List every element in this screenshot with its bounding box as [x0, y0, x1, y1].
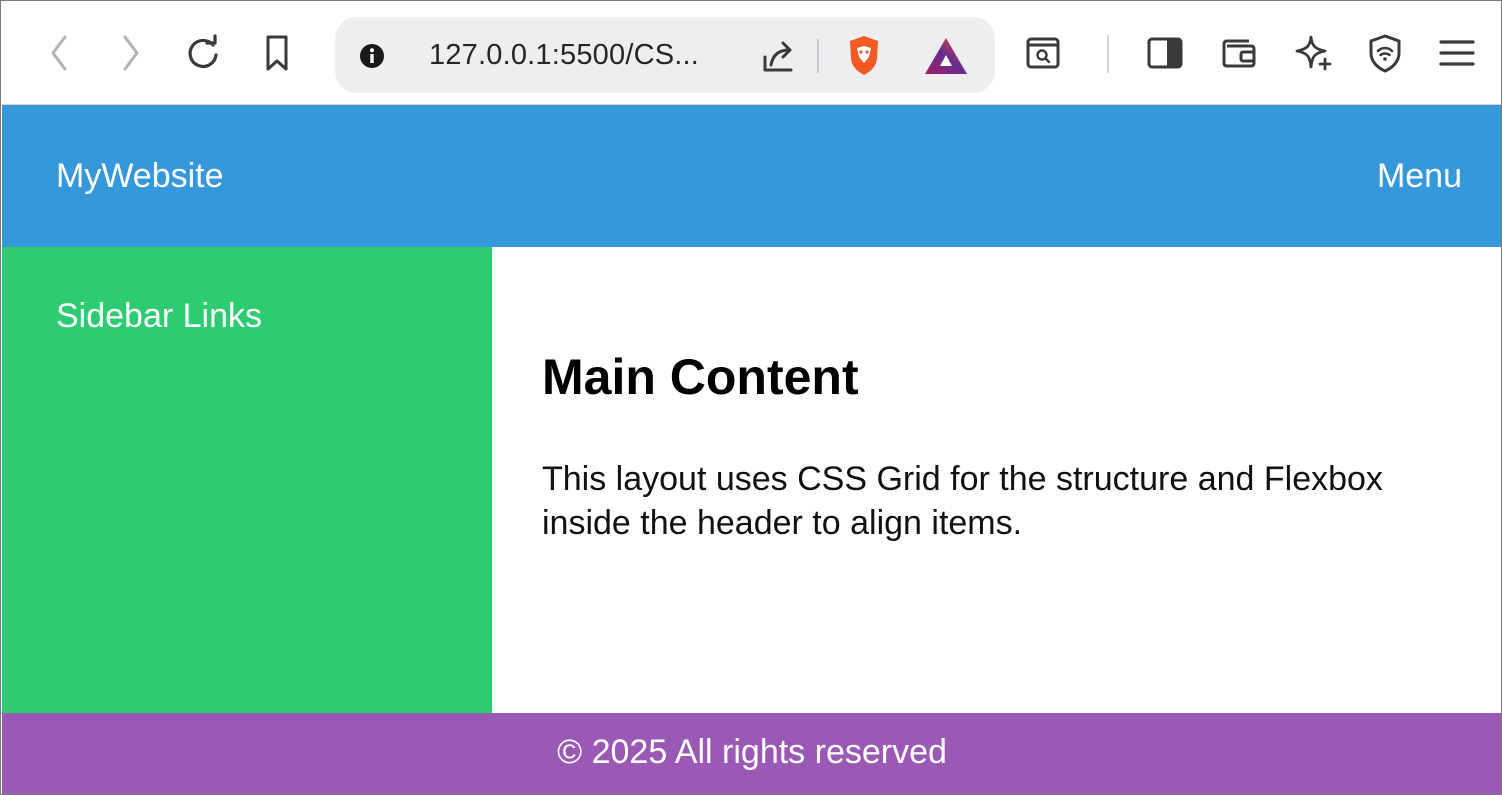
site-info-icon[interactable] [359, 43, 385, 74]
menu-icon[interactable] [1437, 31, 1477, 75]
reload-icon[interactable] [183, 31, 223, 75]
browser-window: 127.0.0.1:5500/CS... MyWebsite Menu Side… [0, 0, 1502, 795]
main-heading: Main Content [542, 349, 859, 405]
wallet-icon[interactable] [1219, 31, 1259, 75]
forward-icon[interactable] [111, 31, 151, 75]
main-paragraph: This layout uses CSS Grid for the struct… [542, 460, 1383, 542]
site-footer: © 2025 All rights reserved [2, 713, 1501, 794]
url-text[interactable]: 127.0.0.1:5500/CS... [429, 39, 699, 72]
browser-toolbar: 127.0.0.1:5500/CS... [1, 1, 1501, 105]
sidebar: Sidebar Links [2, 247, 492, 713]
address-bar[interactable]: 127.0.0.1:5500/CS... [335, 17, 995, 93]
footer-text: © 2025 All rights reserved [557, 733, 947, 771]
back-icon[interactable] [39, 31, 79, 75]
search-tab-icon[interactable] [1023, 31, 1063, 75]
vpn-icon[interactable] [1365, 31, 1405, 75]
site-header: MyWebsite Menu [2, 105, 1501, 247]
share-icon[interactable] [759, 37, 799, 80]
address-divider [817, 39, 819, 73]
main-content: Main Content This layout uses CSS Grid f… [492, 247, 1501, 713]
leo-ai-icon[interactable] [1293, 31, 1333, 75]
bookmark-icon[interactable] [257, 31, 297, 75]
brave-shields-icon[interactable] [843, 33, 885, 82]
sidebar-links[interactable]: Sidebar Links [56, 297, 262, 335]
site-brand[interactable]: MyWebsite [56, 157, 224, 196]
menu-link[interactable]: Menu [1377, 157, 1462, 196]
toolbar-divider [1107, 35, 1109, 73]
sidebar-icon[interactable] [1145, 31, 1185, 75]
brave-rewards-icon[interactable] [923, 35, 969, 82]
